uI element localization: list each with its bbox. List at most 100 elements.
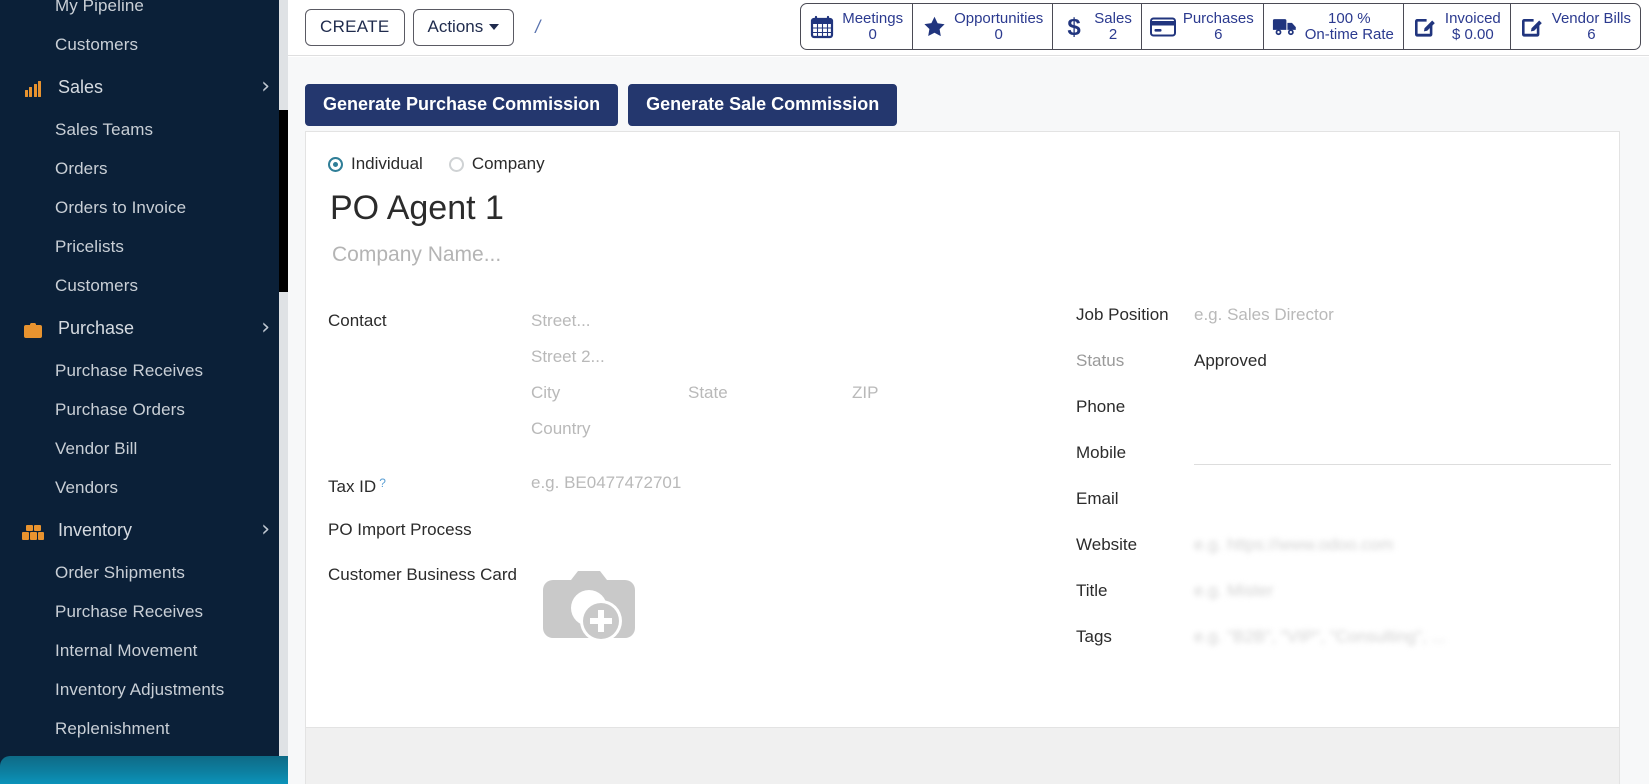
country-input[interactable]: Country	[531, 418, 1058, 440]
create-button[interactable]: CREATE	[305, 9, 405, 46]
contact-label: Contact	[328, 311, 387, 330]
phone-label: Phone	[1076, 397, 1126, 416]
main-area: CREATE Actions / Meetings 0 Opportunities 0…	[288, 0, 1649, 784]
zip-input[interactable]: ZIP	[852, 382, 878, 404]
app-root: My Pipeline Customers Sales › Sales Teams Ord…	[0, 0, 1649, 784]
stat-value: $ 0.00	[1451, 25, 1494, 43]
sidebar-group-sales[interactable]: Sales ›	[0, 64, 288, 110]
form-columns: Contact Street... Street 2... City State…	[328, 302, 1611, 670]
actions-label: Actions	[427, 17, 484, 36]
stat-text: 100 % On-time Rate	[1305, 10, 1394, 43]
generate-sale-commission-button[interactable]: Generate Sale Commission	[628, 84, 898, 126]
stat-text: Vendor Bills 6	[1552, 10, 1631, 43]
sidebar-item-customers-top[interactable]: Customers	[0, 25, 288, 64]
sidebar-scrollbar-thumb[interactable]	[279, 110, 288, 292]
field-job-position: Job Position e.g. Sales Director	[1076, 302, 1595, 348]
radio-company-icon[interactable]	[448, 156, 464, 172]
sidebar-item-my-pipeline[interactable]: My Pipeline	[0, 0, 288, 25]
company-name-input[interactable]: Company Name...	[332, 242, 1595, 268]
chevron-down-icon	[489, 24, 500, 30]
field-customer-business-card: Customer Business Card	[328, 554, 1058, 650]
sidebar-item-pricelists[interactable]: Pricelists	[0, 227, 288, 266]
field-phone: Phone	[1076, 394, 1595, 440]
stat-button-purchases[interactable]: Purchases 6	[1140, 3, 1264, 50]
sidebar-item-vendors[interactable]: Vendors	[0, 468, 288, 507]
po-import-process-value[interactable]	[531, 511, 1058, 541]
field-po-import-process: PO Import Process	[328, 511, 1058, 541]
form-right-column: Job Position e.g. Sales Director Status App…	[1058, 302, 1611, 670]
sidebar-item-purchase-receives-inv[interactable]: Purchase Receives	[0, 592, 288, 631]
stat-button-opportunities[interactable]: Opportunities 0	[912, 3, 1054, 50]
sidebar-item-customers-sales[interactable]: Customers	[0, 266, 288, 305]
calendar-icon	[809, 14, 835, 40]
website-input[interactable]: e.g. https://www.odoo.com	[1194, 532, 1595, 562]
stat-value: 6	[1214, 25, 1223, 43]
field-contact-address: Contact Street... Street 2... City State…	[328, 302, 1058, 454]
stat-text: Sales 2	[1094, 9, 1132, 43]
record-title[interactable]: PO Agent 1	[330, 188, 1595, 228]
stat-label: Meetings	[842, 9, 904, 27]
sidebar-item-internal-movement[interactable]: Internal Movement	[0, 631, 288, 670]
field-tax-id: Tax ID? e.g. BE0477472701	[328, 464, 1058, 498]
chevron-right-icon[interactable]: ›	[261, 317, 270, 339]
sidebar-item-replenishment[interactable]: Replenishment	[0, 709, 288, 748]
job-position-input[interactable]: e.g. Sales Director	[1194, 302, 1595, 332]
stat-value: 0	[994, 25, 1003, 43]
stat-button-sales[interactable]: $ Sales 2	[1052, 3, 1142, 50]
form-left-column: Contact Street... Street 2... City State…	[328, 302, 1058, 670]
radio-individual-icon[interactable]	[328, 156, 343, 172]
stat-label: Sales	[1094, 9, 1132, 27]
dollar-icon: $	[1061, 14, 1087, 40]
city-input[interactable]: City	[531, 382, 688, 404]
sidebar-group-label: Inventory	[58, 520, 133, 540]
stat-button-vendor-bills[interactable]: Vendor Bills 6	[1509, 3, 1641, 50]
tax-id-input[interactable]: e.g. BE0477472701	[531, 464, 1058, 494]
mobile-input[interactable]	[1194, 440, 1611, 470]
sidebar-item-order-shipments[interactable]: Order Shipments	[0, 553, 288, 592]
street2-input[interactable]: Street 2...	[531, 346, 1058, 368]
status-input[interactable]: Approved	[1194, 348, 1595, 378]
tags-label: Tags	[1076, 627, 1112, 646]
chevron-right-icon[interactable]: ›	[261, 76, 270, 98]
control-panel: CREATE Actions / Meetings 0 Opportunities 0…	[288, 0, 1649, 56]
boxes-icon	[20, 520, 46, 540]
stat-buttons: Meetings 0 Opportunities 0 $ Sales 2 Purchases 6…	[800, 3, 1641, 50]
field-email: Email	[1076, 486, 1595, 532]
email-input[interactable]	[1194, 486, 1595, 516]
actions-dropdown-button[interactable]: Actions	[412, 9, 515, 46]
tags-input[interactable]: e.g. "B2B", "VIP", "Consulting", ...	[1194, 624, 1595, 654]
sidebar-item-purchase-orders[interactable]: Purchase Orders	[0, 390, 288, 429]
radio-individual-label[interactable]: Individual	[351, 154, 423, 174]
stat-button-invoiced[interactable]: Invoiced $ 0.00	[1402, 3, 1511, 50]
phone-input[interactable]	[1194, 394, 1595, 424]
sidebar-item-purchase-receives[interactable]: Purchase Receives	[0, 351, 288, 390]
sidebar-item-inventory-adjustments[interactable]: Inventory Adjustments	[0, 670, 288, 709]
sidebar-scrollbar-track[interactable]	[279, 0, 288, 784]
street-input[interactable]: Street...	[531, 310, 1058, 332]
stat-button-100[interactable]: 100 % On-time Rate	[1262, 3, 1404, 50]
sidebar-group-purchase[interactable]: Purchase ›	[0, 305, 288, 351]
radio-company-label[interactable]: Company	[472, 154, 545, 174]
camera-add-icon[interactable]	[531, 564, 635, 650]
breadcrumb[interactable]: /	[535, 17, 540, 38]
pencil-square-icon	[1412, 14, 1438, 40]
chevron-right-icon[interactable]: ›	[261, 519, 270, 541]
sidebar-item-sales-teams[interactable]: Sales Teams	[0, 110, 288, 149]
help-icon[interactable]: ?	[379, 476, 386, 490]
generate-purchase-commission-button[interactable]: Generate Purchase Commission	[305, 84, 619, 126]
field-website: Website e.g. https://www.odoo.com	[1076, 532, 1595, 578]
state-input[interactable]: State	[688, 382, 852, 404]
sidebar-item-orders[interactable]: Orders	[0, 149, 288, 188]
field-mobile: Mobile	[1076, 440, 1611, 486]
address-fields: Street... Street 2... City State ZIP Cou…	[531, 302, 1058, 454]
title-label: Title	[1076, 581, 1108, 600]
sidebar-group-inventory[interactable]: Inventory ›	[0, 507, 288, 553]
stat-text: Invoiced $ 0.00	[1445, 10, 1501, 43]
sidebar-item-vendor-bill[interactable]: Vendor Bill	[0, 429, 288, 468]
pencil-square-icon	[1519, 14, 1545, 40]
title-input[interactable]: e.g. Mister	[1194, 578, 1595, 608]
commission-actions: Generate Purchase Commission Generate Sa…	[288, 57, 1649, 126]
sidebar-item-orders-to-invoice[interactable]: Orders to Invoice	[0, 188, 288, 227]
briefcase-icon	[20, 318, 46, 338]
stat-button-meetings[interactable]: Meetings 0	[800, 3, 914, 50]
